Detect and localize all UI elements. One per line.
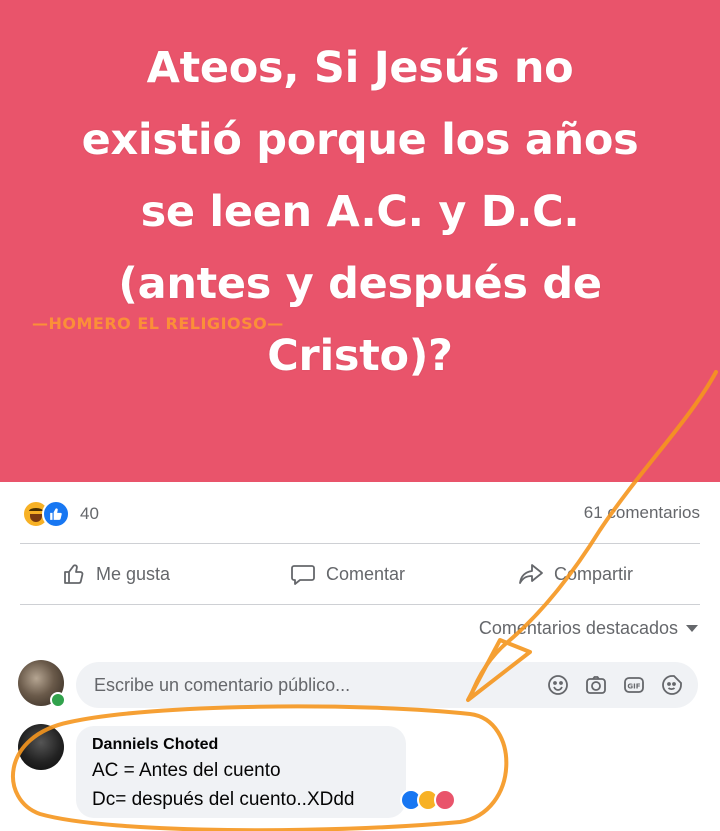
post-line-5: Cristo)? xyxy=(267,331,453,381)
comment-sort-label: Comentarios destacados xyxy=(478,618,678,638)
comments-count-link[interactable]: 61 comentarios xyxy=(584,503,700,523)
comment-input[interactable] xyxy=(92,673,526,697)
post-line-3: se leen A.C. y D.C. xyxy=(140,187,580,237)
thumbs-up-icon xyxy=(64,564,84,584)
comment-author[interactable]: Danniels Choted xyxy=(92,736,218,754)
comment-text-line-2: Dc= después del cuento..XDdd xyxy=(92,789,355,810)
share-button-label: Compartir xyxy=(554,563,634,584)
comment-reactions[interactable] xyxy=(400,789,456,811)
care-icon xyxy=(434,789,456,811)
caret-down-icon xyxy=(686,625,698,632)
commenter-avatar[interactable] xyxy=(18,724,64,770)
emoji-icon[interactable] xyxy=(546,673,570,697)
comment-sort-dropdown[interactable]: Comentarios destacados xyxy=(479,618,698,639)
comment-icon xyxy=(291,565,315,585)
like-button[interactable]: Me gusta xyxy=(62,558,170,590)
comment-button[interactable]: Comentar xyxy=(290,558,405,590)
like-icon xyxy=(42,500,70,528)
post-line-1: Ateos, Si Jesús no xyxy=(146,43,574,93)
reaction-count: 40 xyxy=(80,504,99,523)
online-status-icon xyxy=(50,692,66,708)
composer-tools: GIF xyxy=(546,673,684,697)
reaction-summary[interactable]: 40 xyxy=(22,500,99,528)
watermark: —HOMERO EL RELIGIOSO— xyxy=(32,314,284,333)
post-image-text: Ateos, Si Jesús no existió porque los añ… xyxy=(30,32,690,392)
svg-text:GIF: GIF xyxy=(627,683,640,691)
sticker-icon[interactable] xyxy=(660,673,684,697)
post-line-4: (antes y después de xyxy=(118,259,602,309)
comment-text-line-1: AC = Antes del cuento xyxy=(92,760,281,781)
comment-composer[interactable]: GIF xyxy=(76,662,698,708)
like-button-label: Me gusta xyxy=(96,563,171,584)
gif-icon[interactable]: GIF xyxy=(622,673,646,697)
post-line-2: existió porque los años xyxy=(81,115,639,165)
share-button[interactable]: Compartir xyxy=(518,558,633,590)
camera-icon[interactable] xyxy=(584,673,608,697)
divider xyxy=(20,604,700,605)
share-icon xyxy=(519,564,543,584)
comment-button-label: Comentar xyxy=(326,563,406,584)
divider xyxy=(20,543,700,544)
post-image[interactable]: Ateos, Si Jesús no existió porque los añ… xyxy=(0,0,720,482)
